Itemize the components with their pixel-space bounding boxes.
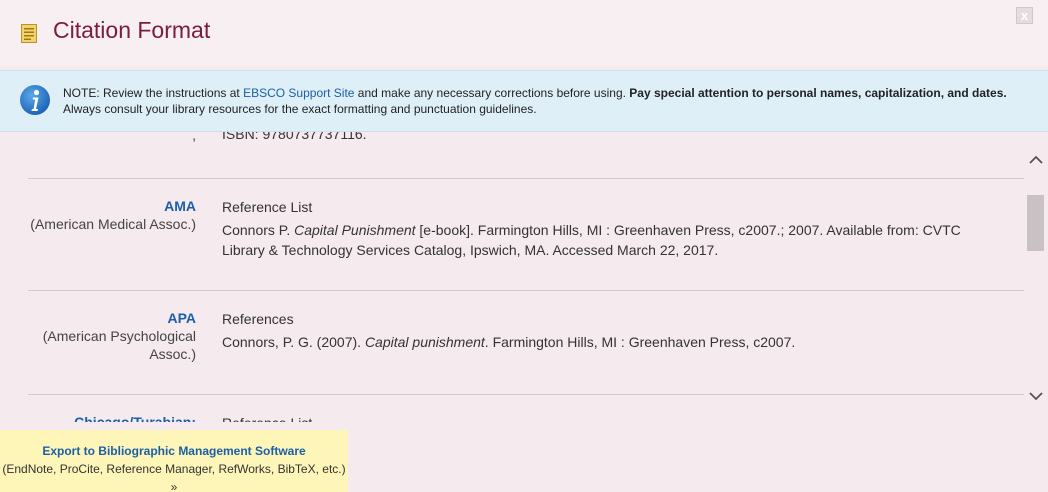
- citation-title: Capital punishment: [364, 334, 485, 350]
- citation-row-ama: AMA (American Medical Assoc.) Reference …: [28, 179, 1024, 291]
- ama-link[interactable]: AMA: [28, 197, 196, 215]
- citation-heading: References: [222, 311, 294, 327]
- citation-content: References Connors, P. G. (2007). Capita…: [222, 309, 992, 352]
- dialog-title: Citation Format: [53, 17, 211, 43]
- export-box[interactable]: Export to Bibliographic Management Softw…: [0, 430, 348, 492]
- citation-style-name: (American Psychological Assoc.): [42, 328, 196, 362]
- citation-text-rest: . Farmington Hills, MI : Greenhaven Pres…: [484, 334, 796, 350]
- dialog-header: Citation Format x: [0, 0, 1048, 66]
- note-bold: Pay special attention to personal names,…: [629, 86, 1007, 100]
- citation-text: ISBN: 9780737737116.: [222, 132, 367, 142]
- citation-style: AMA (American Medical Assoc.): [28, 197, 196, 233]
- scrollbar-thumb[interactable]: [1027, 195, 1044, 251]
- note-middle: and make any necessary corrections befor…: [354, 86, 630, 100]
- scroll-down-icon[interactable]: [1028, 388, 1044, 404]
- ebsco-support-link[interactable]: EBSCO Support Site: [243, 86, 354, 100]
- citation-row-apa: APA (American Psychological Assoc.) Refe…: [28, 291, 1024, 395]
- citation-style: APA (American Psychological Assoc.): [28, 309, 196, 363]
- citation-row-chicago: Chicago/Turabian: Reference List: [28, 395, 1024, 422]
- scrollbar[interactable]: [1024, 132, 1048, 422]
- citation-style: ,: [28, 132, 196, 144]
- close-icon: x: [1020, 8, 1029, 23]
- scroll-up-icon[interactable]: [1028, 152, 1044, 168]
- export-link[interactable]: Export to Bibliographic Management Softw…: [0, 442, 348, 460]
- citation-heading: Reference List: [222, 413, 992, 422]
- citation-title: Capital Punishment: [294, 222, 416, 238]
- note-text: NOTE: Review the instructions at EBSCO S…: [63, 85, 1023, 117]
- citation-style-name: ,: [192, 132, 196, 143]
- citation-style-name: (American Medical Assoc.): [30, 216, 196, 232]
- citation-content: Reference List: [222, 413, 992, 422]
- citation-content: Reference List Connors P. Capital Punish…: [222, 197, 992, 260]
- chicago-link[interactable]: Chicago/Turabian:: [28, 413, 196, 422]
- citation-list[interactable]: , ISBN: 9780737737116. AMA (American Med…: [28, 132, 1024, 422]
- citation-text: Connors, P. G. (2007).: [222, 334, 365, 350]
- citation-style: Chicago/Turabian:: [28, 413, 196, 422]
- apa-link[interactable]: APA: [28, 309, 196, 327]
- document-icon: [21, 24, 37, 43]
- export-subtitle: (EndNote, ProCite, Reference Manager, Re…: [2, 462, 346, 492]
- citation-text: Connors P.: [222, 222, 295, 238]
- citation-row: , ISBN: 9780737737116.: [28, 132, 1024, 179]
- citation-heading: Reference List: [222, 199, 313, 215]
- note-suffix: Always consult your library resources fo…: [63, 102, 537, 116]
- info-icon: [19, 84, 51, 116]
- note-prefix: NOTE: Review the instructions at: [63, 86, 244, 100]
- close-button[interactable]: x: [1016, 7, 1033, 24]
- note-banner: NOTE: Review the instructions at EBSCO S…: [0, 70, 1048, 132]
- citation-content: ISBN: 9780737737116.: [222, 132, 992, 144]
